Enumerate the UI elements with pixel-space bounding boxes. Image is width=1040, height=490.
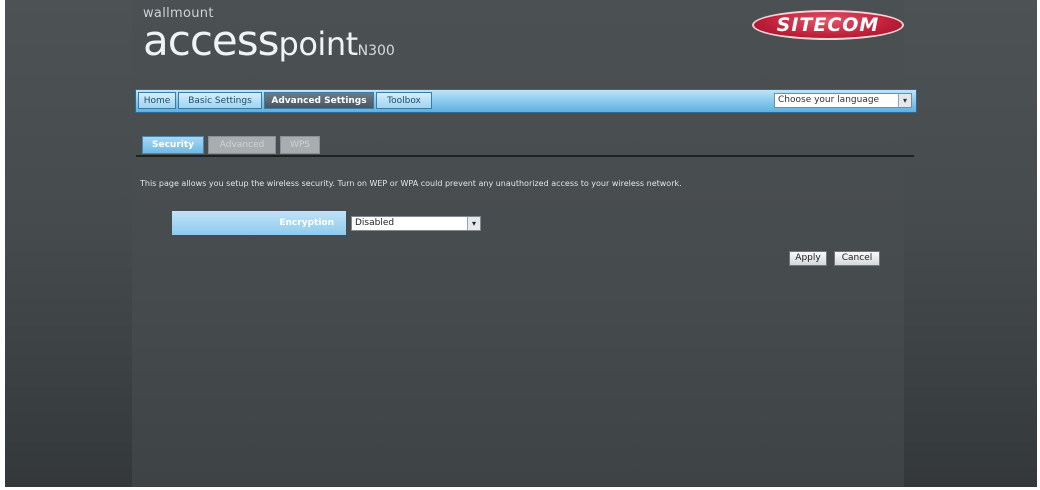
- brand-model: N300: [357, 43, 395, 59]
- encryption-select[interactable]: Disabled ▾: [351, 216, 481, 231]
- encryption-select-value: Disabled: [355, 218, 395, 228]
- brand-word-point: point: [278, 25, 359, 63]
- apply-button[interactable]: Apply: [789, 251, 827, 266]
- brand-word-access: access: [143, 16, 280, 65]
- chevron-down-icon: ▾: [898, 94, 911, 107]
- cancel-button[interactable]: Cancel: [834, 251, 880, 266]
- nav-tab-advanced-settings[interactable]: Advanced Settings: [264, 92, 374, 109]
- brand-title: accesspointN300: [143, 16, 395, 65]
- subtab-advanced[interactable]: Advanced: [208, 136, 276, 154]
- nav-tab-toolbox[interactable]: Toolbox: [376, 92, 432, 109]
- subtab-wps[interactable]: WPS: [280, 136, 320, 154]
- language-select-value: Choose your language: [778, 95, 880, 105]
- nav-tab-basic-settings[interactable]: Basic Settings: [178, 92, 262, 109]
- sitecom-logo: SITECOM: [752, 10, 904, 40]
- subtabs-divider: [136, 155, 914, 157]
- logo-text: SITECOM: [776, 14, 880, 36]
- page-description: This page allows you setup the wireless …: [140, 179, 682, 188]
- language-select[interactable]: Choose your language ▾: [774, 93, 912, 108]
- chevron-down-icon: ▾: [467, 217, 480, 230]
- content-panel: [132, 0, 904, 487]
- subtab-security[interactable]: Security: [142, 136, 204, 154]
- main-nav-bar: Home Basic Settings Advanced Settings To…: [135, 89, 917, 113]
- nav-tab-home[interactable]: Home: [138, 92, 176, 109]
- encryption-label: Encryption: [172, 211, 346, 235]
